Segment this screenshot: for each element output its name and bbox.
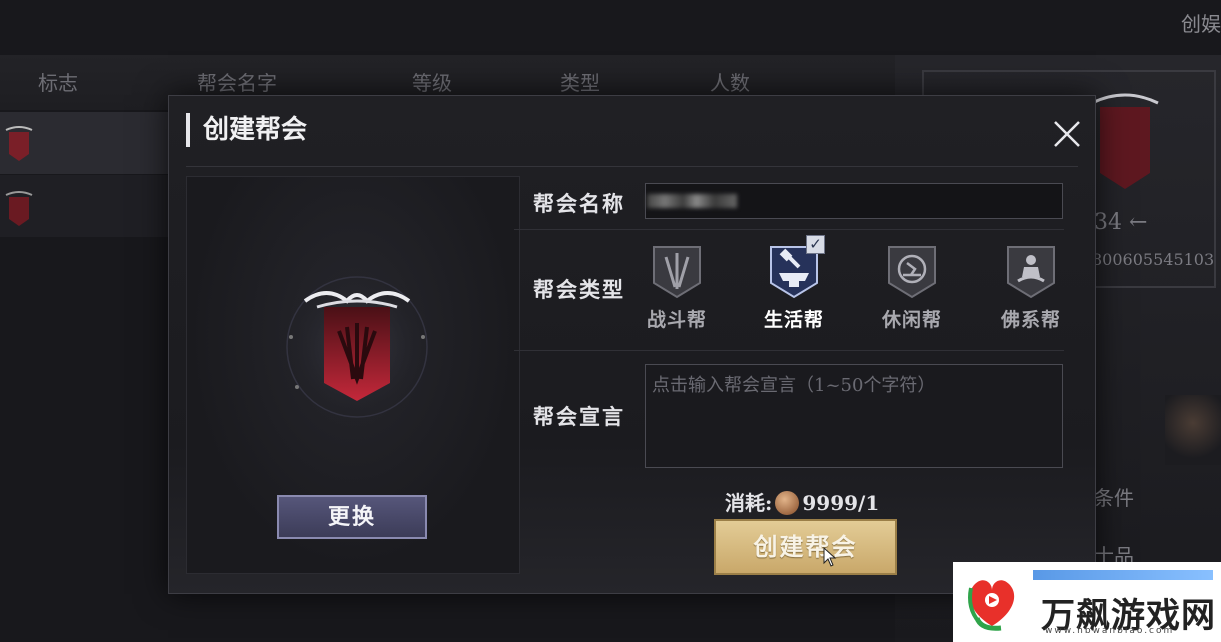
coin-icon [775, 491, 800, 515]
character-portrait [1165, 395, 1221, 465]
condition-label: 条件 [1094, 486, 1134, 510]
cost-value: 9999/1 [802, 491, 880, 515]
guild-emblem-icon [5, 126, 33, 161]
type-option-label: 生活帮 [763, 309, 824, 331]
selected-check-icon: ✓ [806, 235, 825, 254]
row-divider [514, 229, 1064, 230]
column-members: 人数 [710, 71, 750, 95]
guild-emblem-icon [5, 191, 33, 226]
type-option-label: 战斗帮 [646, 309, 707, 331]
create-guild-dialog: 创建帮会 更换 帮会名称 帮会类型 战斗帮 ✓ 生活帮 休闲帮 佛系帮 帮会宣言… [168, 95, 1096, 594]
type-option-label: 休闲帮 [881, 309, 942, 331]
guild-row[interactable] [0, 112, 175, 174]
column-emblem: 标志 [38, 71, 78, 95]
guild-declaration-input[interactable] [645, 364, 1063, 468]
cost-display: 消耗: 9999/1 [725, 487, 879, 516]
emblem-preview-panel: 更换 [186, 176, 520, 574]
change-emblem-button[interactable]: 更换 [277, 495, 427, 539]
guild-banner-icon [1091, 93, 1159, 189]
title-divider [186, 166, 1078, 167]
type-option-combat[interactable]: 战斗帮 [637, 243, 717, 338]
watermark-bar [1033, 570, 1213, 580]
guild-name-input[interactable] [645, 183, 1063, 219]
close-icon[interactable] [1051, 118, 1083, 150]
guild-name-label: 帮会名称 [533, 191, 625, 216]
cost-label: 消耗: [725, 491, 773, 515]
site-logo-icon [968, 580, 1015, 631]
guild-declaration-label: 帮会宣言 [533, 404, 625, 429]
guild-detail-number: 34 ← [1094, 210, 1148, 235]
watermark-url: www.hbwanbiao.com [1045, 626, 1175, 636]
row-divider [514, 350, 1064, 351]
type-option-life[interactable]: ✓ 生活帮 [754, 235, 834, 338]
create-guild-button[interactable]: 创建帮会 [714, 519, 897, 575]
site-watermark: 万飙游戏网 www.hbwanbiao.com [953, 562, 1221, 642]
column-level: 等级 [412, 71, 452, 95]
mouse-cursor-icon [823, 547, 837, 567]
meditation-icon [1007, 246, 1055, 299]
type-option-buddhist[interactable]: 佛系帮 [991, 243, 1071, 338]
swords-icon [653, 246, 701, 299]
guild-emblem-icon [279, 269, 435, 425]
type-option-label: 佛系帮 [1000, 309, 1061, 331]
column-guild-name: 帮会名字 [197, 71, 277, 95]
dialog-title: 创建帮会 [186, 113, 307, 147]
guild-type-label: 帮会类型 [533, 277, 625, 302]
relax-icon [888, 246, 936, 299]
column-type: 类型 [560, 71, 600, 95]
type-option-leisure[interactable]: 休闲帮 [872, 243, 952, 338]
guild-detail-id: 800605545103 [1092, 250, 1215, 269]
top-right-label[interactable]: 创娱 [1181, 8, 1221, 37]
guild-row[interactable] [0, 175, 175, 237]
